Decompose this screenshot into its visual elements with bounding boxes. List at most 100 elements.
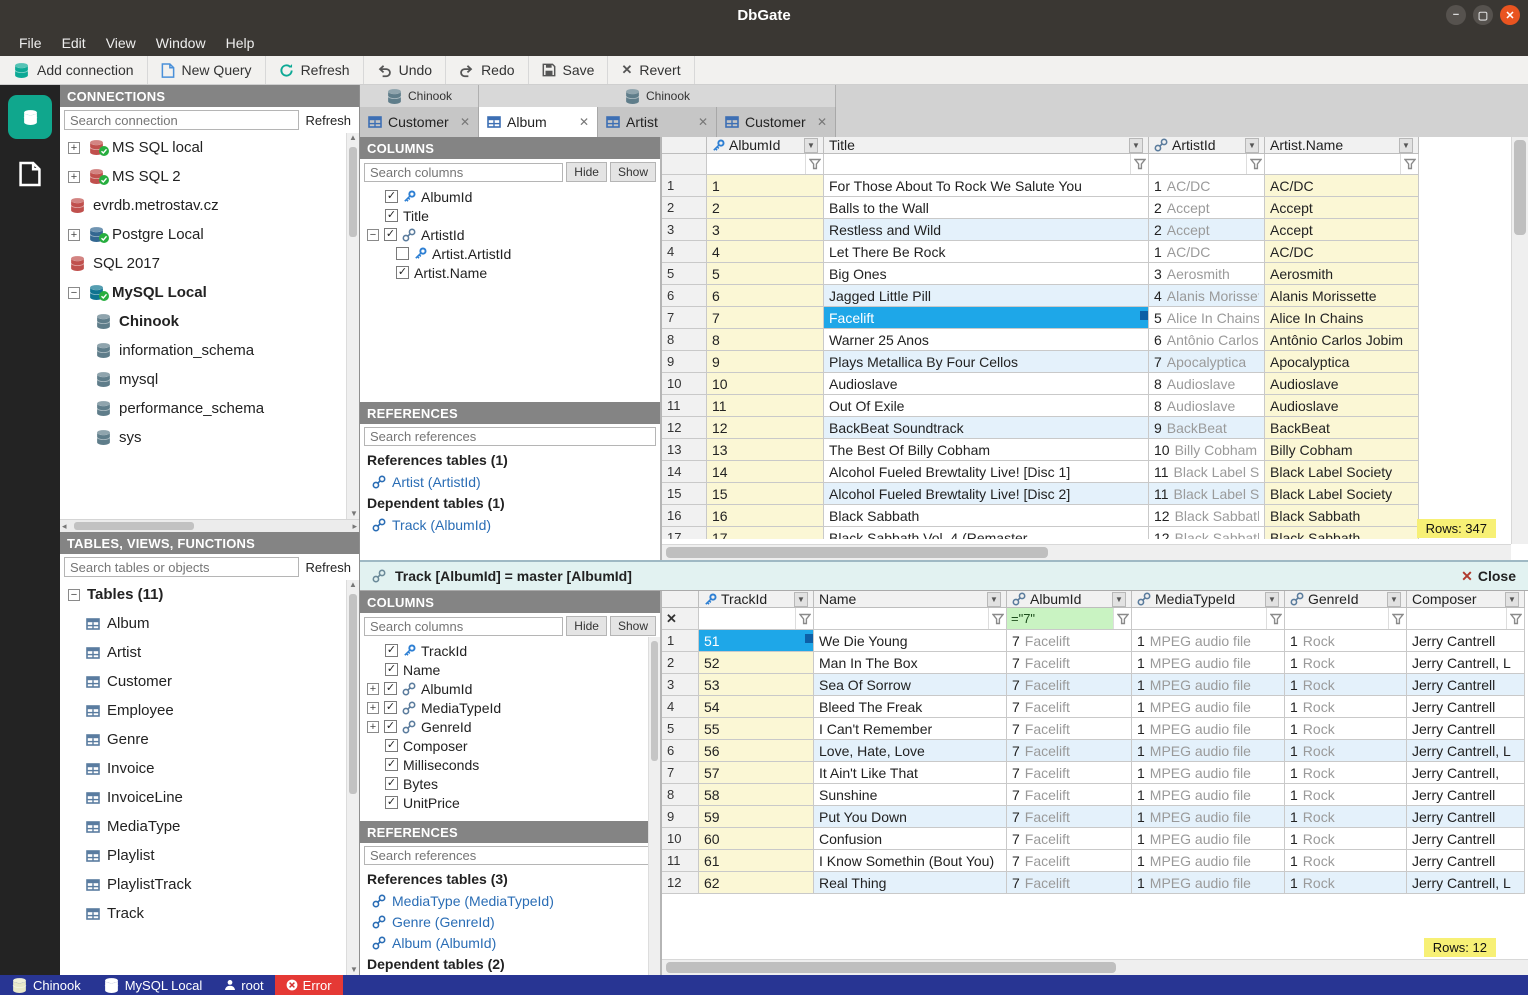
connection-item-ms-sql-local[interactable]: + MS SQL local [60, 133, 359, 162]
table-item-invoiceline[interactable]: InvoiceLine [60, 783, 359, 812]
detail-close-button[interactable]: ✕ Close [1461, 568, 1516, 585]
cell-albumid[interactable]: 10 [707, 373, 824, 395]
row-number-cell[interactable]: 2 [662, 197, 707, 219]
row-number-cell[interactable]: 12 [662, 417, 707, 439]
cell-albumid[interactable]: 2 [707, 197, 824, 219]
tab-customer[interactable]: Customer ✕ [360, 107, 479, 137]
cell-artist-name[interactable]: Antônio Carlos Jobim [1265, 329, 1419, 351]
column-header-albumid[interactable]: AlbumId ▼ [1007, 591, 1132, 608]
cell-genreid[interactable]: 1 Rock [1285, 784, 1407, 806]
cell-title[interactable]: Let There Be Rock [824, 241, 1149, 263]
menu-item-help[interactable]: Help [217, 32, 264, 54]
cell-title[interactable]: Facelift [824, 307, 1149, 329]
filter-funnel-icon[interactable] [1246, 154, 1264, 174]
cell-name[interactable]: Love, Hate, Love [814, 740, 1007, 762]
scroll-left-icon[interactable]: ◂ [62, 521, 67, 532]
scrollbar-thumb[interactable] [1514, 140, 1526, 235]
cell-artistid[interactable]: 6Antônio Carlos Jobim [1149, 329, 1265, 351]
filter-funnel-icon[interactable] [1113, 608, 1131, 629]
filter-input-genreid[interactable] [1285, 608, 1388, 629]
column-checkbox[interactable]: ✓ [385, 644, 398, 657]
cell-name[interactable]: I Know Somethin (Bout You) [814, 850, 1007, 872]
collapse-icon[interactable]: − [367, 228, 379, 241]
revert-button[interactable]: ✕ Revert [608, 56, 695, 84]
column-menu-chevron-icon[interactable]: ▼ [987, 591, 1001, 607]
cell-title[interactable]: Plays Metallica By Four Cellos [824, 351, 1149, 373]
column-checkbox[interactable]: ✓ [385, 777, 398, 790]
column-checkbox[interactable]: ✓ [385, 190, 398, 203]
grid-hscrollbar[interactable] [662, 959, 1528, 975]
cell-trackid[interactable]: 54 [699, 696, 814, 718]
cell-mediatypeid[interactable]: 1 MPEG audio file [1132, 828, 1285, 850]
reference-link-genre-genreid-[interactable]: Genre (GenreId) [360, 911, 660, 932]
connection-item-mysql[interactable]: mysql [60, 365, 359, 394]
cell-composer[interactable]: Jerry Cantrell [1407, 696, 1525, 718]
cell-title[interactable]: Alcohol Fueled Brewtality Live! [Disc 1] [824, 461, 1149, 483]
clear-filters-cell[interactable]: ✕ [662, 608, 699, 630]
row-number-cell[interactable]: 7 [662, 307, 707, 329]
cell-trackid[interactable]: 62 [699, 872, 814, 894]
expand-icon[interactable]: + [367, 701, 379, 714]
cell-trackid[interactable]: 55 [699, 718, 814, 740]
add-connection-button[interactable]: Add connection [0, 56, 148, 84]
cell-albumid[interactable]: 1 [707, 175, 824, 197]
filter-funnel-icon[interactable] [988, 608, 1006, 629]
table-item-invoice[interactable]: Invoice [60, 754, 359, 783]
cell-artistid[interactable]: 9 BackBeat [1149, 417, 1265, 439]
table-item-playlisttrack[interactable]: PlaylistTrack [60, 870, 359, 899]
column-menu-chevron-icon[interactable]: ▼ [1399, 137, 1413, 153]
tab-close-icon[interactable]: ✕ [817, 115, 827, 129]
connection-item-ms-sql-2[interactable]: + MS SQL 2 [60, 162, 359, 191]
filter-input-artistid[interactable] [1149, 154, 1246, 174]
close-button[interactable]: ✕ [1500, 5, 1520, 25]
cell-title[interactable]: BackBeat Soundtrack [824, 417, 1149, 439]
scrollbar-thumb[interactable] [651, 641, 658, 761]
cell-title[interactable]: Alcohol Fueled Brewtality Live! [Disc 2] [824, 483, 1149, 505]
row-number-cell[interactable]: 6 [662, 285, 707, 307]
cell-artist-name[interactable]: Aerosmith [1265, 263, 1419, 285]
column-tree-item-unitprice[interactable]: ✓ UnitPrice [360, 793, 660, 812]
cell-name[interactable]: Real Thing [814, 872, 1007, 894]
column-checkbox[interactable]: ✓ [384, 720, 397, 733]
tables-refresh-button[interactable]: Refresh [303, 560, 359, 575]
minimize-button[interactable]: − [1446, 5, 1466, 25]
column-header-artist-name[interactable]: Artist.Name ▼ [1265, 137, 1419, 154]
cell-genreid[interactable]: 1 Rock [1285, 872, 1407, 894]
filter-funnel-icon[interactable] [1506, 608, 1524, 629]
row-number-cell[interactable]: 17 [662, 527, 707, 539]
column-tree-item-artistid[interactable]: − ✓ ArtistId [360, 225, 660, 244]
connections-search-input[interactable] [64, 110, 300, 130]
cell-artistid[interactable]: 11Black Label Society [1149, 483, 1265, 505]
reference-link-artist-artistid-[interactable]: Artist (ArtistId) [360, 471, 660, 492]
show-columns-button[interactable]: Show [609, 162, 656, 182]
column-header-mediatypeid[interactable]: MediaTypeId ▼ [1132, 591, 1285, 608]
cell-albumid[interactable]: 8 [707, 329, 824, 351]
cell-name[interactable]: It Ain't Like That [814, 762, 1007, 784]
row-number-cell[interactable]: 8 [662, 329, 707, 351]
column-tree-item-bytes[interactable]: ✓ Bytes [360, 774, 660, 793]
column-checkbox[interactable]: ✓ [384, 682, 397, 695]
statusbar-item-error[interactable]: Error [274, 975, 343, 995]
cell-artistid[interactable]: 12 Black Sabbath [1149, 505, 1265, 527]
cell-artistid[interactable]: 3 Aerosmith [1149, 263, 1265, 285]
row-number-cell[interactable]: 5 [662, 718, 699, 740]
cell-artistid[interactable]: 2 Accept [1149, 197, 1265, 219]
refresh-button[interactable]: Refresh [266, 56, 364, 84]
connection-item-sys[interactable]: sys [60, 423, 359, 452]
cell-artistid[interactable]: 1 AC/DC [1149, 175, 1265, 197]
cell-artistid[interactable]: 11Black Label Society [1149, 461, 1265, 483]
filter-funnel-icon[interactable] [795, 608, 813, 629]
column-menu-chevron-icon[interactable]: ▼ [794, 591, 808, 607]
cell-albumid[interactable]: 5 [707, 263, 824, 285]
cell-artistid[interactable]: 7 Apocalyptica [1149, 351, 1265, 373]
cell-albumid[interactable]: 6 [707, 285, 824, 307]
filter-funnel-icon[interactable] [1400, 154, 1418, 174]
cell-composer[interactable]: Jerry Cantrell [1407, 784, 1525, 806]
filter-input-title[interactable] [824, 154, 1130, 174]
column-menu-chevron-icon[interactable]: ▼ [1387, 591, 1401, 607]
cell-genreid[interactable]: 1 Rock [1285, 828, 1407, 850]
row-number-cell[interactable]: 3 [662, 219, 707, 241]
maximize-button[interactable]: ▢ [1473, 5, 1493, 25]
cell-composer[interactable]: Jerry Cantrell [1407, 806, 1525, 828]
cell-mediatypeid[interactable]: 1 MPEG audio file [1132, 630, 1285, 652]
